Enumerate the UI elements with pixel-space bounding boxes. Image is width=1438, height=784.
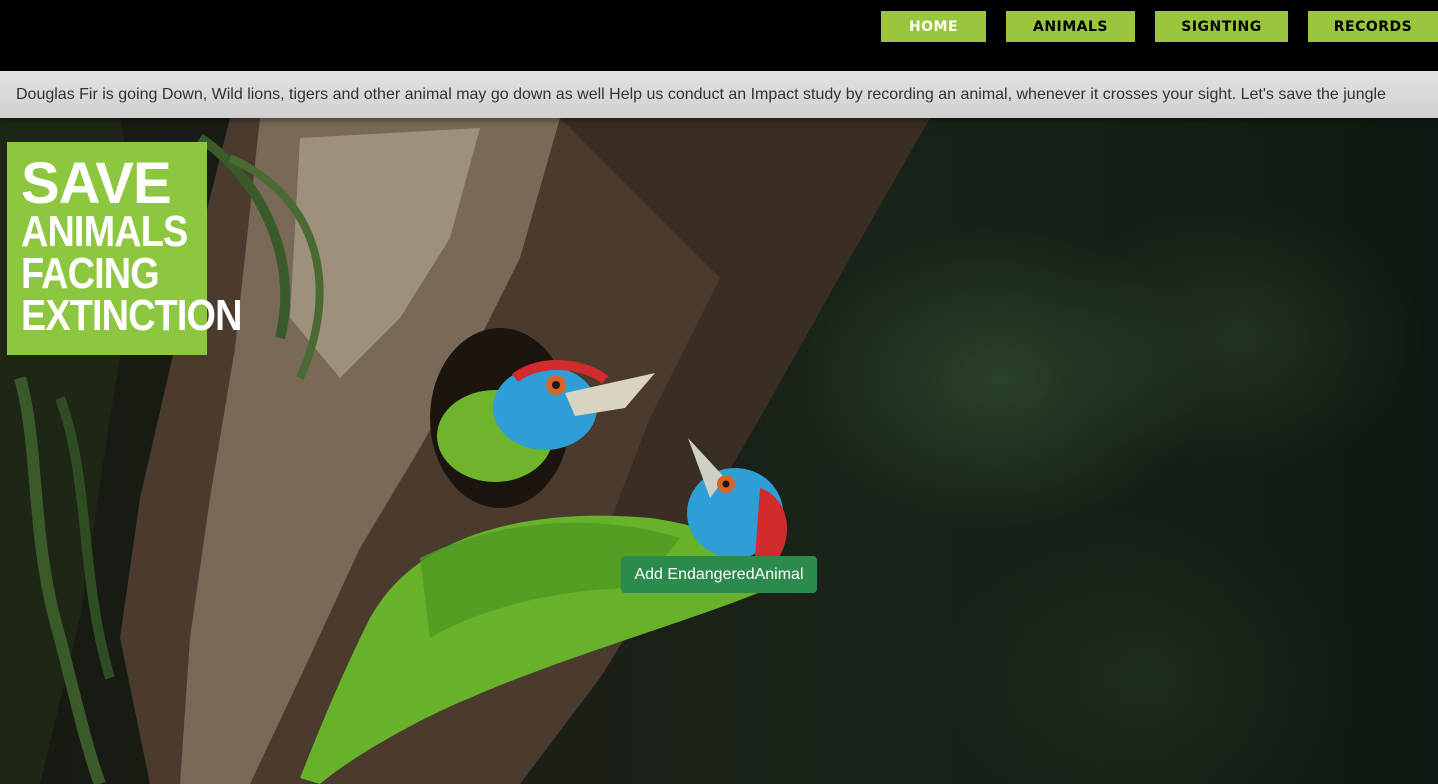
tree-and-birds-illustration: [0, 118, 930, 784]
badge-line-2: ANIMALS: [21, 207, 188, 257]
banner-text: Douglas Fir is going Down, Wild lions, t…: [16, 85, 1386, 103]
nav-animals-button[interactable]: ANIMALS: [1006, 11, 1135, 42]
nav-home-button[interactable]: HOME: [881, 11, 986, 42]
top-navbar: HOME ANIMALS SIGNTING RECORDS: [0, 0, 1438, 71]
badge-line-1: SAVE: [21, 151, 172, 216]
hero-background-image: [0, 118, 1438, 784]
badge-line-4: EXTINCTION: [21, 290, 242, 340]
add-endangered-animal-button[interactable]: Add EndangeredAnimal: [621, 556, 817, 593]
save-animals-badge: SAVE ANIMALS FACING EXTINCTION: [7, 142, 242, 355]
info-banner: Douglas Fir is going Down, Wild lions, t…: [0, 71, 1438, 118]
nav-sighting-button[interactable]: SIGNTING: [1155, 11, 1288, 42]
badge-line-3: FACING: [21, 248, 160, 298]
nav-records-button[interactable]: RECORDS: [1308, 11, 1438, 42]
